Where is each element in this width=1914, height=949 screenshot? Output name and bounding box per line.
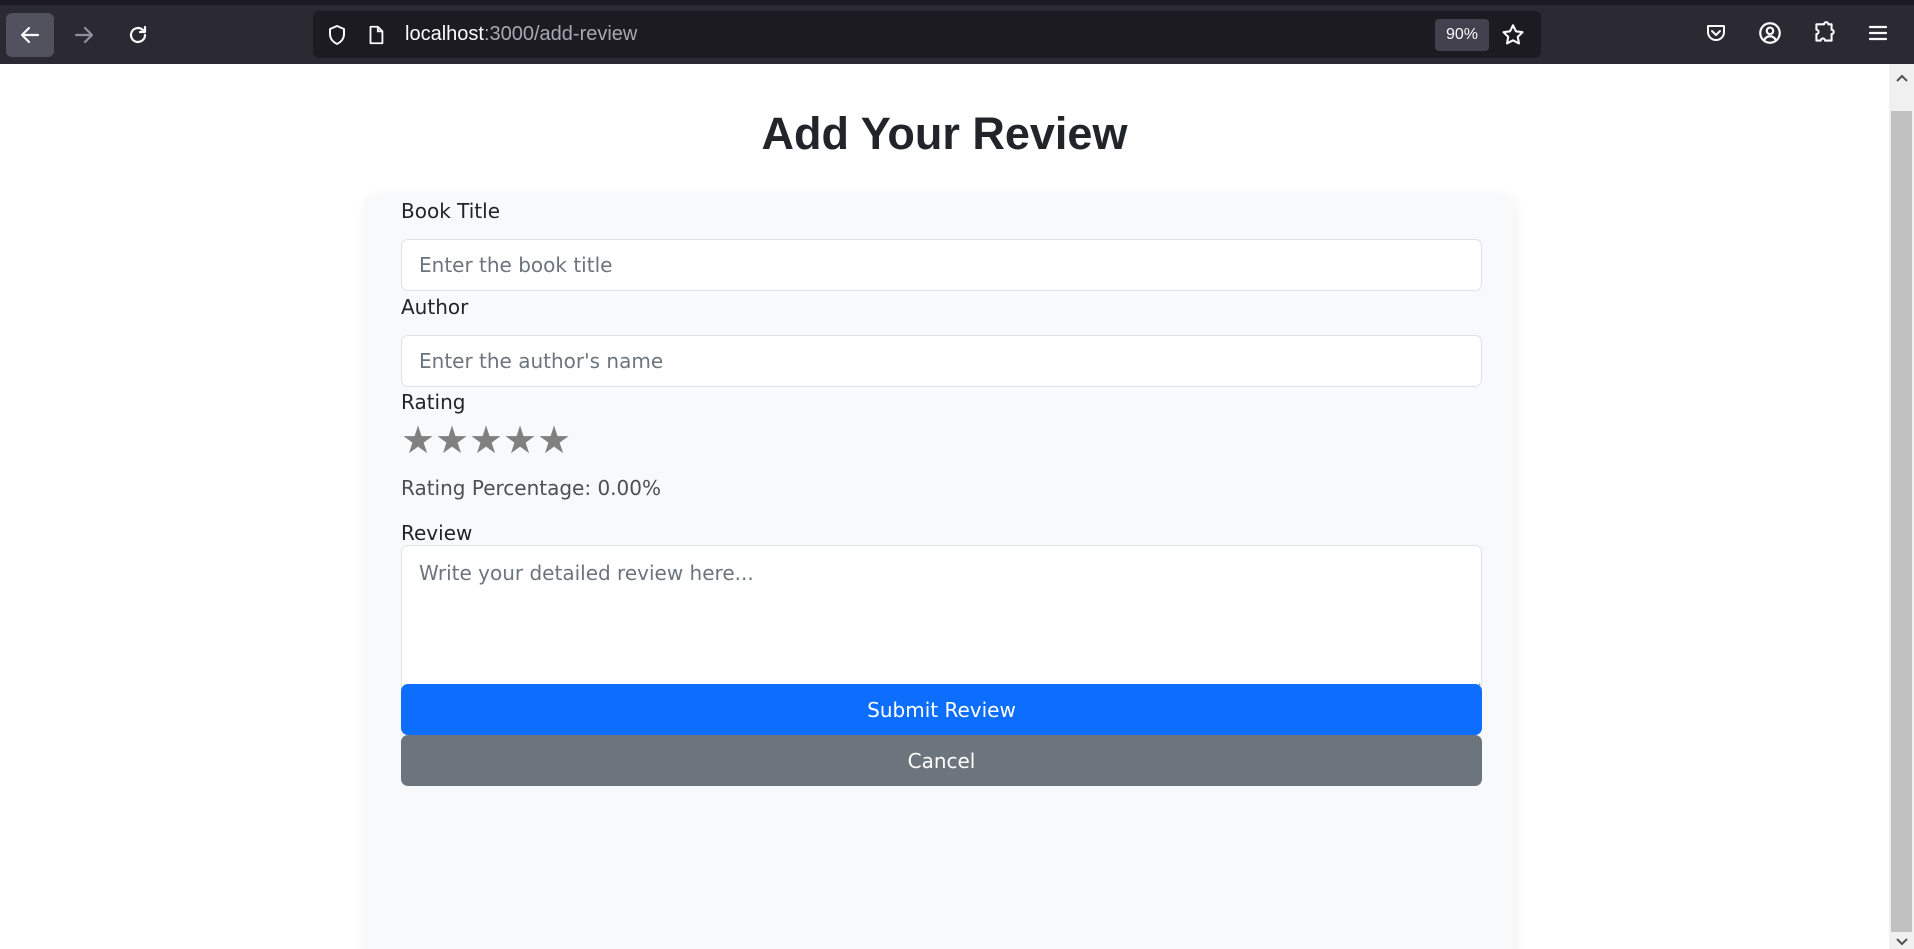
rating-star-4[interactable]: ★ — [503, 420, 537, 460]
url-host: localhost — [405, 23, 484, 45]
scroll-up-arrow-icon[interactable] — [1893, 70, 1910, 87]
page-icon[interactable] — [363, 22, 389, 48]
rating-star-3[interactable]: ★ — [469, 420, 503, 460]
account-icon[interactable] — [1755, 18, 1785, 48]
page-title: Add Your Review — [761, 108, 1128, 159]
bookmark-star-icon[interactable] — [1500, 22, 1526, 48]
book-title-label: Book Title — [401, 199, 500, 223]
shield-icon[interactable] — [324, 22, 350, 48]
zoom-level-badge[interactable]: 90% — [1435, 19, 1489, 51]
page-viewport: Add Your Review Book Title Author Rating… — [0, 64, 1889, 949]
submit-review-button[interactable]: Submit Review — [401, 684, 1482, 735]
star-rating[interactable]: ★ ★ ★ ★ ★ — [401, 420, 571, 460]
author-label: Author — [401, 295, 469, 319]
pocket-icon[interactable] — [1701, 18, 1731, 48]
url-path: :3000/add-review — [483, 23, 638, 45]
hamburger-menu-icon[interactable] — [1863, 18, 1893, 48]
review-label: Review — [401, 521, 473, 545]
arrow-right-icon — [74, 26, 94, 44]
arrow-left-icon — [20, 26, 40, 44]
book-title-input[interactable] — [401, 239, 1482, 291]
puzzle-icon[interactable] — [1809, 18, 1839, 48]
url-bar[interactable]: localhost:3000/add-review 90% — [313, 11, 1541, 58]
url-text[interactable]: localhost:3000/add-review — [405, 23, 637, 46]
review-textarea[interactable] — [401, 545, 1482, 693]
review-form-card: Book Title Author Rating ★ ★ ★ ★ ★ Ratin… — [367, 196, 1514, 949]
vertical-scrollbar[interactable] — [1889, 64, 1914, 949]
forward-button[interactable] — [60, 13, 108, 57]
reload-button[interactable] — [114, 13, 162, 57]
scrollbar-thumb[interactable] — [1891, 111, 1912, 932]
rating-star-1[interactable]: ★ — [401, 420, 435, 460]
rating-star-2[interactable]: ★ — [435, 420, 469, 460]
rating-label: Rating — [401, 390, 466, 414]
scroll-down-arrow-icon[interactable] — [1893, 932, 1910, 949]
back-button[interactable] — [6, 13, 54, 57]
toolbar-top-strip — [0, 0, 1914, 5]
rating-percentage: Rating Percentage: 0.00% — [401, 476, 661, 500]
browser-toolbar: localhost:3000/add-review 90% — [0, 0, 1914, 64]
cancel-button[interactable]: Cancel — [401, 735, 1482, 786]
reload-icon — [129, 25, 147, 44]
rating-star-5[interactable]: ★ — [537, 420, 571, 460]
author-input[interactable] — [401, 335, 1482, 387]
